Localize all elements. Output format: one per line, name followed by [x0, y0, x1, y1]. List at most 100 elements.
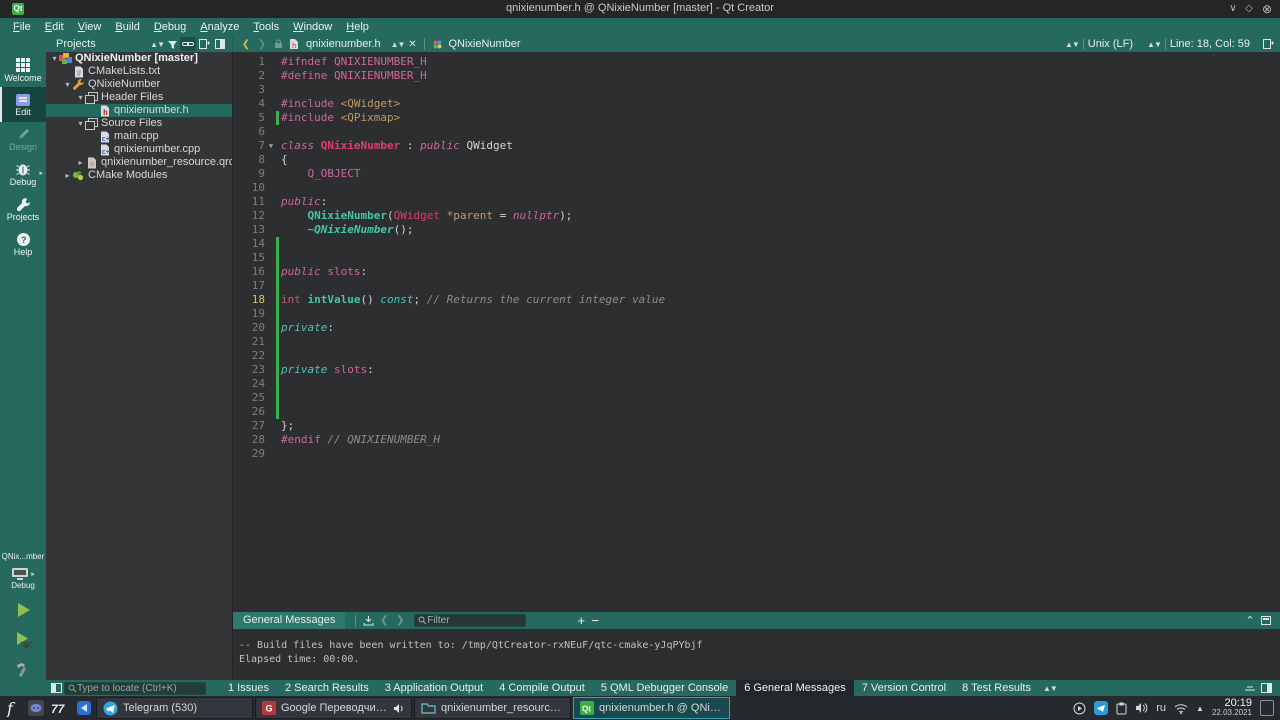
- open-document-name[interactable]: qnixienumber.h: [306, 38, 381, 50]
- tree-item[interactable]: ▾ Header Files: [46, 91, 232, 104]
- code-line[interactable]: 20 private:: [233, 321, 1280, 335]
- code-line[interactable]: 19: [233, 307, 1280, 321]
- code-line[interactable]: 15: [233, 251, 1280, 265]
- media-player-tray-icon[interactable]: [1073, 702, 1086, 715]
- code-line[interactable]: 23 private slots:: [233, 363, 1280, 377]
- build-button[interactable]: [0, 655, 46, 685]
- code-editor[interactable]: 1 #ifndef QNIXIENUMBER_H 2 #define QNIXIENU…: [233, 52, 1280, 612]
- tree-item[interactable]: h qnixienumber.h: [46, 104, 232, 117]
- tray-expand-icon[interactable]: ▲: [1196, 704, 1204, 713]
- tree-expanded-arrow-icon[interactable]: ▾: [63, 80, 72, 89]
- code-line[interactable]: 9 Q_OBJECT: [233, 167, 1280, 181]
- code-line[interactable]: 17: [233, 279, 1280, 293]
- code-line[interactable]: 2 #define QNIXIENUMBER_H: [233, 69, 1280, 83]
- document-dropdown-icon[interactable]: ▲▼: [391, 40, 406, 49]
- menu-file[interactable]: File: [6, 18, 38, 36]
- volume-tray-icon[interactable]: [1135, 702, 1148, 714]
- code-line[interactable]: 22: [233, 349, 1280, 363]
- line-ending-arrows-icon[interactable]: ▲▼: [1065, 40, 1080, 49]
- telegram-tray-icon[interactable]: [1094, 701, 1109, 715]
- code-line[interactable]: 14: [233, 237, 1280, 251]
- taskbar-window-button[interactable]: G Google Переводчик — ...: [255, 697, 412, 719]
- toggle-right-sidebar-icon[interactable]: [1258, 681, 1274, 695]
- output-filter-input[interactable]: [427, 615, 518, 626]
- minimize-button[interactable]: ∨: [1226, 2, 1240, 16]
- close-panel-icon[interactable]: [212, 37, 228, 51]
- taskbar-window-button[interactable]: qnixienumber_resource — D...: [414, 697, 571, 719]
- output-tab-search-results[interactable]: 2 Search Results: [277, 680, 377, 696]
- code-line[interactable]: 11 public:: [233, 195, 1280, 209]
- tree-item[interactable]: c+ main.cpp: [46, 130, 232, 143]
- code-line[interactable]: 4 #include <QWidget>: [233, 97, 1280, 111]
- code-line[interactable]: 21: [233, 335, 1280, 349]
- code-line[interactable]: 26: [233, 405, 1280, 419]
- debug-run-button[interactable]: [0, 625, 46, 655]
- filter-icon[interactable]: [164, 37, 180, 51]
- menu-window[interactable]: Window: [286, 18, 339, 36]
- code-line[interactable]: 16 public slots:: [233, 265, 1280, 279]
- menu-edit[interactable]: Edit: [38, 18, 71, 36]
- menu-tools[interactable]: Tools: [246, 18, 286, 36]
- menu-view[interactable]: View: [71, 18, 109, 36]
- tree-collapsed-arrow-icon[interactable]: ▸: [76, 158, 85, 167]
- menu-help[interactable]: Help: [339, 18, 376, 36]
- output-tab-issues[interactable]: 1 Issues: [220, 680, 277, 696]
- code-line[interactable]: 8{: [233, 153, 1280, 167]
- locate-input[interactable]: [77, 682, 197, 694]
- output-panes-arrows-icon[interactable]: ▲▼: [1043, 684, 1058, 693]
- close-pane-icon[interactable]: [1258, 614, 1274, 628]
- code-line[interactable]: 28 #endif // QNIXIENUMBER_H: [233, 433, 1280, 447]
- taskbar-window-button[interactable]: Telegram (530): [96, 697, 253, 719]
- show-desktop-button[interactable]: [1260, 700, 1274, 716]
- tree-expanded-arrow-icon[interactable]: ▾: [50, 54, 59, 63]
- close-button[interactable]: ⊗: [1260, 2, 1274, 16]
- seventy-seven-icon[interactable]: 77: [49, 698, 71, 718]
- clipboard-tray-icon[interactable]: [1116, 702, 1127, 715]
- split-panel-icon[interactable]: [196, 37, 212, 51]
- go-back-icon[interactable]: ❮: [238, 37, 254, 51]
- zoom-in-icon[interactable]: +: [574, 613, 588, 628]
- mode-debug[interactable]: ▸ Debug: [0, 157, 46, 192]
- locate-field[interactable]: [64, 681, 206, 695]
- blue-app-icon[interactable]: [73, 698, 95, 718]
- code-line[interactable]: 13 ~QNixieNumber();: [233, 223, 1280, 237]
- maximize-button[interactable]: ◇: [1242, 2, 1256, 16]
- code-line[interactable]: 27};: [233, 419, 1280, 433]
- zoom-out-icon[interactable]: −: [588, 613, 602, 628]
- go-forward-icon[interactable]: ❯: [254, 37, 270, 51]
- link-with-editor-icon[interactable]: [180, 37, 196, 51]
- mode-welcome[interactable]: Welcome: [0, 52, 46, 87]
- code-line[interactable]: 12 QNixieNumber(QWidget *parent = nullpt…: [233, 209, 1280, 223]
- line-ending-selector[interactable]: Unix (LF): [1088, 38, 1133, 50]
- code-line[interactable]: 24: [233, 377, 1280, 391]
- tree-collapsed-arrow-icon[interactable]: ▸: [63, 171, 72, 180]
- output-tab-test-results[interactable]: 8 Test Results: [954, 680, 1039, 696]
- mode-help[interactable]: ? Help: [0, 227, 46, 262]
- maximize-pane-icon[interactable]: ⌃: [1242, 614, 1258, 628]
- next-item-icon[interactable]: ❯: [392, 614, 408, 628]
- f-app-icon[interactable]: f: [1, 698, 23, 718]
- tree-item[interactable]: CMakeLists.txt: [46, 65, 232, 78]
- panel-selector-arrows-icon[interactable]: ▲▼: [150, 40, 165, 49]
- panel-selector[interactable]: Projects: [50, 38, 96, 50]
- discord-icon[interactable]: [25, 698, 47, 718]
- code-line[interactable]: 1 #ifndef QNIXIENUMBER_H: [233, 55, 1280, 69]
- fold-marker-icon[interactable]: ▼: [266, 139, 276, 153]
- menu-build[interactable]: Build: [108, 18, 146, 36]
- code-line[interactable]: 29: [233, 447, 1280, 461]
- close-document-icon[interactable]: ✕: [404, 37, 420, 51]
- keyboard-layout-indicator[interactable]: ru: [1156, 702, 1166, 714]
- output-tab-qml-debugger-console[interactable]: 5 QML Debugger Console: [593, 680, 736, 696]
- clock[interactable]: 20:19 22.03.2021: [1212, 698, 1252, 718]
- output-tab-version-control[interactable]: 7 Version Control: [854, 680, 954, 696]
- code-line[interactable]: 25: [233, 391, 1280, 405]
- wifi-tray-icon[interactable]: [1174, 703, 1188, 714]
- tree-item[interactable]: ▾ QNixieNumber [master]: [46, 52, 232, 65]
- taskbar-window-button[interactable]: Qt qnixienumber.h @ QNixieNu...: [573, 697, 730, 719]
- code-line[interactable]: 7 ▼ class QNixieNumber : public QWidget: [233, 139, 1280, 153]
- mode-projects[interactable]: Projects: [0, 192, 46, 227]
- tree-item[interactable]: ▸ qnixienumber_resource.qrc: [46, 156, 232, 169]
- symbol-selector[interactable]: QNixieNumber: [448, 38, 520, 50]
- split-editor-icon[interactable]: [1260, 37, 1276, 51]
- output-tab-application-output[interactable]: 3 Application Output: [377, 680, 491, 696]
